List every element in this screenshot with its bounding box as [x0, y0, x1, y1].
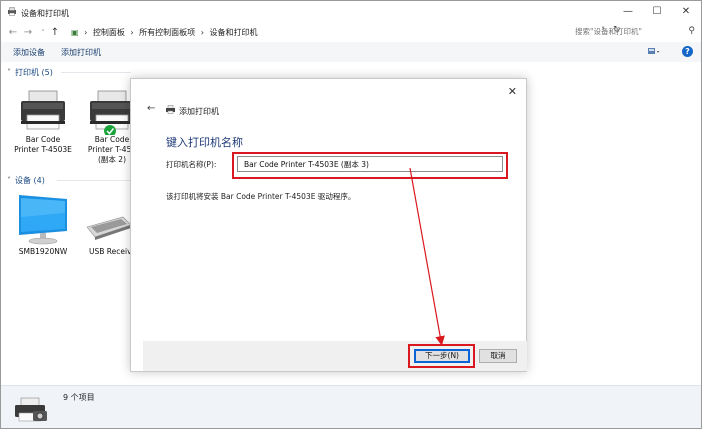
chevron-down-icon: ˅: [7, 176, 11, 185]
name-field-highlight: [232, 152, 508, 179]
usb-receiver-item[interactable]: USB Receiv: [83, 191, 133, 257]
window-title: 设备和打印机: [21, 9, 69, 18]
minimize-button[interactable]: —: [618, 5, 638, 19]
group-divider: [61, 72, 131, 73]
breadcrumb-control-panel[interactable]: 控制面板: [93, 28, 125, 37]
breadcrumb: ▣ › 控制面板 › 所有控制面板项 › 设备和打印机: [71, 27, 260, 38]
devices-group-label: 设备 (4): [15, 176, 45, 185]
devices-group-header[interactable]: ˅ 设备 (4): [7, 175, 45, 186]
keyboard-icon: [86, 216, 132, 240]
printer-item[interactable]: Bar Code Printer T-4503E: [11, 87, 75, 155]
add-printer-button[interactable]: 添加打印机: [61, 47, 101, 58]
search-box[interactable]: ⚲: [572, 25, 697, 40]
view-options-icon[interactable]: [648, 47, 660, 56]
back-arrow-icon[interactable]: ←: [7, 26, 19, 40]
dialog-heading: 键入打印机名称: [166, 136, 243, 149]
close-button[interactable]: ✕: [676, 5, 696, 19]
recent-dropdown-icon[interactable]: ˅: [37, 26, 49, 40]
printer-label-line2: Printer T-4503E: [14, 145, 72, 154]
status-bar: 9 个项目: [1, 385, 701, 428]
breadcrumb-devices-printers[interactable]: 设备和打印机: [209, 28, 257, 37]
printer-name-label: 打印机名称(P):: [166, 160, 217, 169]
dialog-title: 添加打印机: [179, 107, 219, 116]
device-label: SMB1920NW: [18, 247, 68, 256]
address-bar[interactable]: ▣ › 控制面板 › 所有控制面板项 › 设备和打印机 ˅ ↻: [67, 25, 621, 40]
device-label: USB Receiv: [89, 247, 132, 256]
monitor-item[interactable]: SMB1920NW: [11, 191, 75, 257]
title-bar: 设备和打印机 — ☐ ✕: [1, 1, 701, 25]
printer-label-line1: Bar Code: [25, 135, 61, 144]
driver-info-text: 该打印机将安装 Bar Code Printer T-4503E 驱动程序。: [166, 192, 356, 201]
breadcrumb-separator: ›: [130, 28, 134, 37]
explorer-window: 设备和打印机 — ☐ ✕ ← → ˅ ↑ ▣ › 控制面板 › 所有控制面板项 …: [0, 0, 702, 429]
breadcrumb-separator: ›: [200, 28, 204, 37]
breadcrumb-all-items[interactable]: 所有控制面板项: [139, 28, 195, 37]
breadcrumb-separator: ›: [84, 28, 88, 37]
printer-icon: [166, 105, 175, 114]
group-divider: [57, 180, 131, 181]
next-button-highlight: [408, 344, 475, 368]
add-printer-dialog: ✕ ← 添加打印机 键入打印机名称 打印机名称(P): 该打印机将安装 Bar …: [130, 78, 527, 372]
chevron-down-icon: ˅: [7, 68, 11, 77]
item-count: 9 个项目: [63, 393, 95, 402]
monitor-icon: [19, 195, 67, 245]
help-icon[interactable]: ?: [682, 46, 693, 57]
dialog-close-button[interactable]: ✕: [508, 85, 517, 98]
printers-group-label: 打印机 (5): [15, 68, 53, 77]
printers-group-header[interactable]: ˅ 打印机 (5): [7, 67, 53, 78]
printer-camera-icon: [15, 397, 47, 422]
up-arrow-icon[interactable]: ↑: [49, 26, 61, 40]
printer-icon: [21, 90, 65, 130]
control-panel-icon: ▣: [71, 28, 79, 37]
forward-arrow-icon[interactable]: →: [22, 26, 34, 40]
add-device-button[interactable]: 添加设备: [13, 47, 45, 58]
search-icon[interactable]: ⚲: [688, 26, 695, 36]
command-bar: 添加设备 添加打印机 ?: [1, 42, 701, 62]
address-row: ← → ˅ ↑ ▣ › 控制面板 › 所有控制面板项 › 设备和打印机 ˅ ↻ …: [1, 25, 701, 41]
cancel-button[interactable]: 取消: [479, 349, 517, 363]
search-input[interactable]: [572, 25, 680, 38]
devices-printers-icon: [8, 7, 16, 16]
back-arrow-icon[interactable]: ←: [147, 103, 155, 114]
maximize-button[interactable]: ☐: [647, 5, 667, 19]
